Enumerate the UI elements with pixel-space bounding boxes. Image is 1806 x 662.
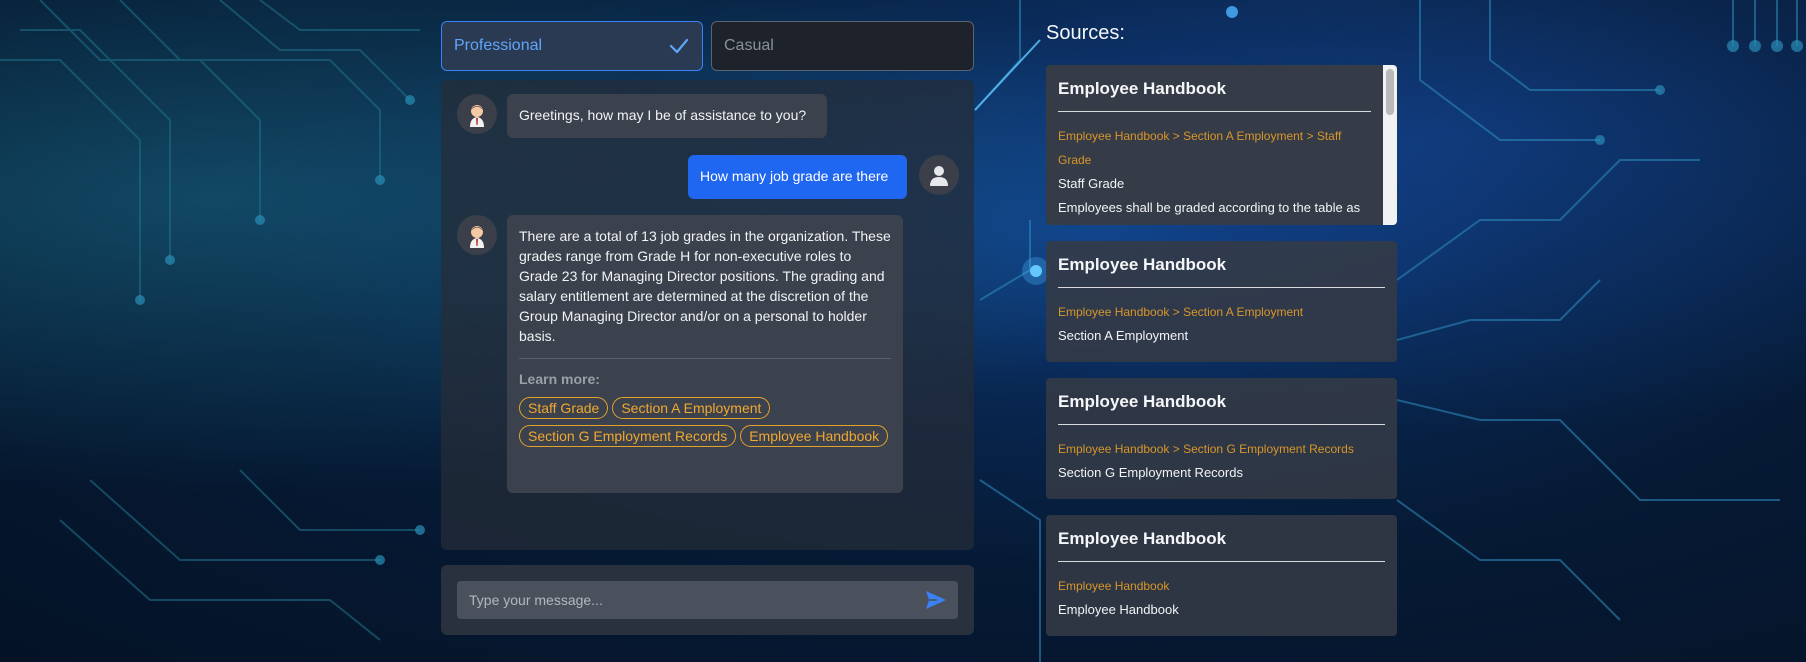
source-card-scrollbar[interactable]	[1383, 65, 1397, 225]
message-input-panel	[441, 565, 974, 635]
source-card[interactable]: Employee Handbook Employee Handbook > Se…	[1046, 65, 1397, 225]
chat-panel: Greetings, how may I be of assistance to…	[441, 80, 974, 550]
user-message-text: How many job grade are there	[688, 155, 907, 199]
source-card-path: Employee Handbook > Section G Employment…	[1058, 442, 1354, 456]
user-avatar	[919, 155, 959, 195]
learn-more-label: Learn more:	[519, 371, 600, 387]
assistant-avatar-icon	[470, 226, 484, 248]
source-card[interactable]: Employee Handbook Employee Handbook Empl…	[1046, 515, 1397, 636]
tone-selector: Professional Casual	[441, 21, 974, 71]
casual-tone-label: Casual	[724, 37, 774, 54]
user-icon	[930, 166, 948, 186]
user-message: How many job grade are there	[688, 155, 959, 199]
source-card-divider	[1058, 287, 1385, 288]
send-icon[interactable]	[925, 589, 947, 611]
bot-avatar	[457, 215, 497, 255]
source-card-path: Employee Handbook > Section A Employment…	[1058, 129, 1342, 167]
source-card-name: Section A Employment	[1058, 328, 1189, 343]
source-card-divider	[1058, 561, 1385, 562]
checkmark-icon	[668, 35, 690, 57]
source-card-name: Section G Employment Records	[1058, 465, 1243, 480]
source-card-title: Employee Handbook	[1058, 529, 1227, 548]
scrollbar-thumb[interactable]	[1386, 69, 1394, 115]
assistant-avatar-icon	[470, 105, 484, 127]
message-input[interactable]	[457, 581, 958, 619]
source-card-divider	[1058, 424, 1385, 425]
professional-tone-label: Professional	[454, 37, 543, 54]
chip-section-g-employment-records[interactable]: Section G Employment Records	[519, 425, 737, 447]
learn-more-chips: Staff Grade Section A Employment Section…	[519, 397, 891, 447]
answer-divider	[519, 358, 891, 359]
source-card-divider	[1058, 111, 1371, 112]
bot-avatar	[457, 94, 497, 134]
casual-tone-button[interactable]: Casual	[711, 21, 974, 71]
sources-title: Sources:	[1046, 22, 1125, 44]
source-card[interactable]: Employee Handbook Employee Handbook > Se…	[1046, 378, 1397, 499]
source-card-name: Employee Handbook	[1058, 602, 1179, 617]
chip-staff-grade[interactable]: Staff Grade	[519, 397, 609, 419]
source-card-name: Staff Grade	[1058, 176, 1125, 191]
source-card[interactable]: Employee Handbook Employee Handbook > Se…	[1046, 241, 1397, 362]
bot-message-text: Greetings, how may I be of assistance to…	[507, 94, 827, 138]
source-card-path: Employee Handbook > Section A Employment	[1058, 305, 1304, 319]
source-card-title: Employee Handbook	[1058, 392, 1227, 411]
bot-message: There are a total of 13 job grades in th…	[457, 215, 903, 493]
source-card-title: Employee Handbook	[1058, 79, 1227, 98]
source-card-path: Employee Handbook	[1058, 579, 1170, 593]
chip-section-a-employment[interactable]: Section A Employment	[612, 397, 771, 419]
bot-answer-bubble: There are a total of 13 job grades in th…	[507, 215, 903, 493]
bot-answer-text: There are a total of 13 job grades in th…	[519, 228, 891, 344]
source-card-snippet: Employees shall be graded according to t…	[1058, 200, 1361, 215]
bot-message: Greetings, how may I be of assistance to…	[457, 94, 827, 138]
professional-tone-button[interactable]: Professional	[441, 21, 703, 71]
chip-employee-handbook[interactable]: Employee Handbook	[740, 425, 889, 447]
source-card-title: Employee Handbook	[1058, 255, 1227, 274]
